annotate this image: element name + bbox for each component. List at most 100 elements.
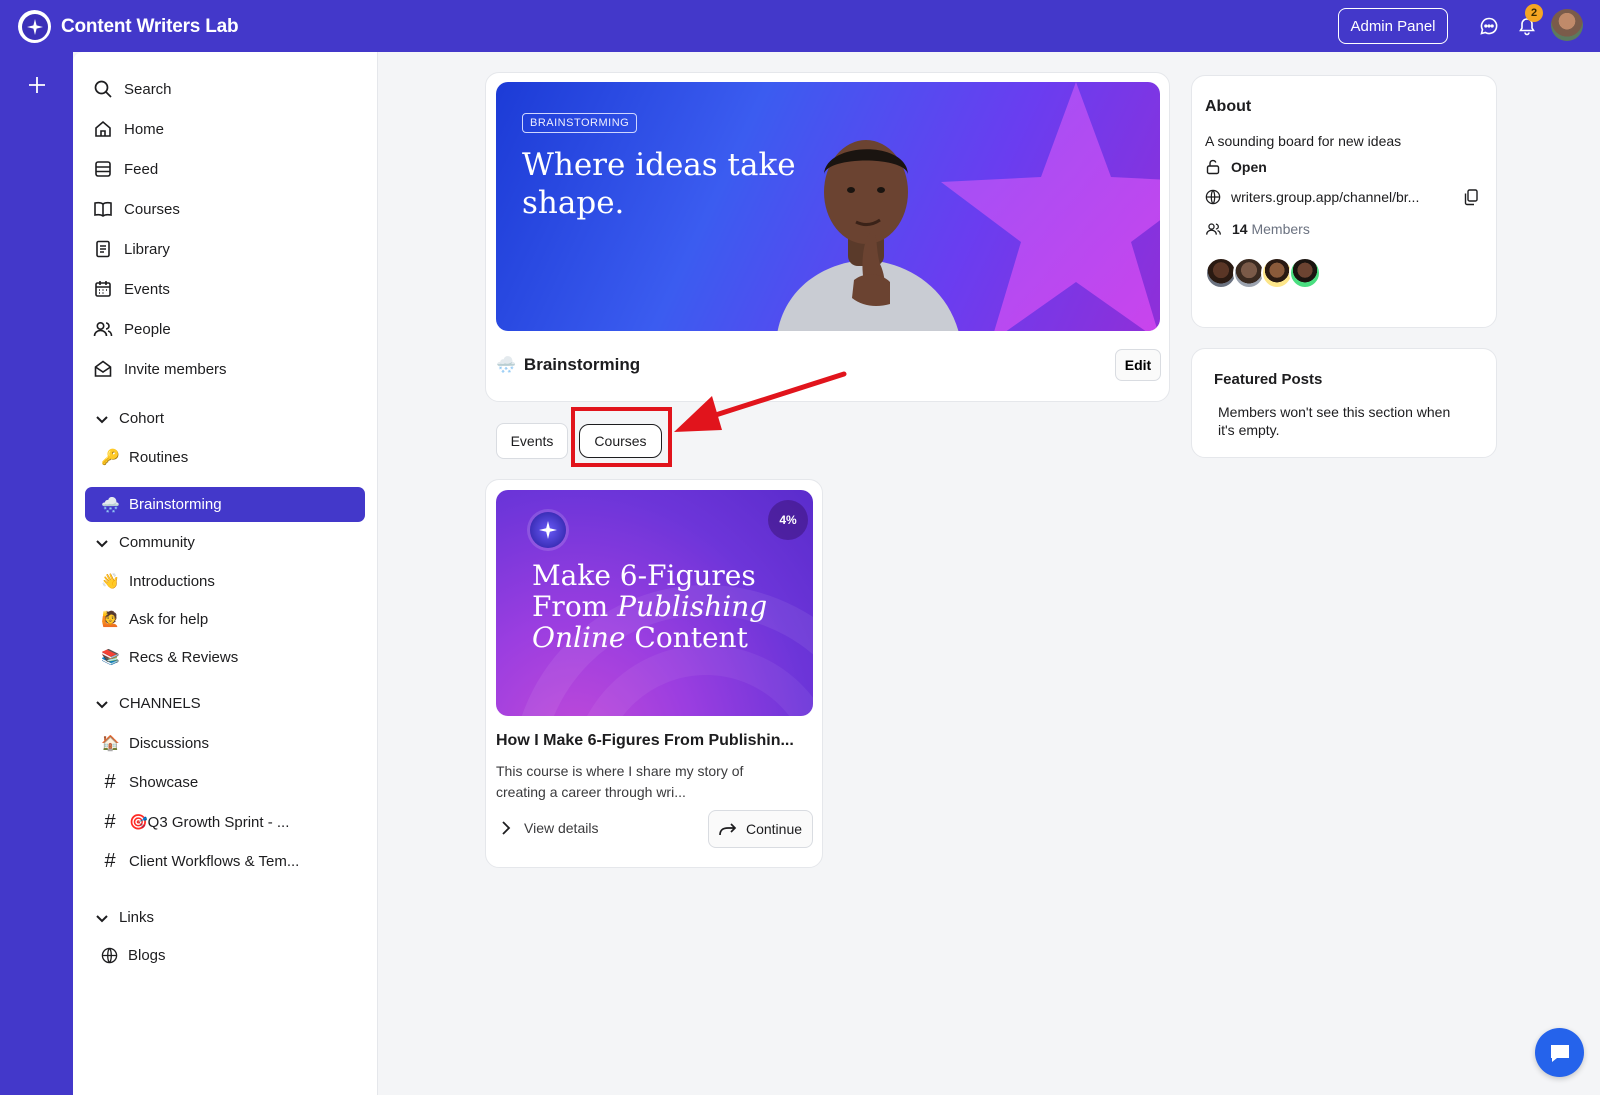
sidebar-item-showcase[interactable]: # Showcase: [101, 770, 198, 794]
books-icon: 📚: [101, 649, 120, 666]
mail-icon: [94, 360, 112, 377]
support-chat-button[interactable]: [1535, 1028, 1584, 1077]
sidebar-item-courses[interactable]: Courses: [93, 196, 180, 222]
chevron-down-icon: [96, 700, 108, 708]
featured-title: Featured Posts: [1214, 371, 1323, 388]
section-cohort-toggle[interactable]: Cohort: [95, 410, 164, 427]
raised-hand-icon: 🙋: [101, 611, 120, 628]
sidebar: Search Home Feed Courses Library Events …: [73, 52, 378, 1095]
section-community-toggle[interactable]: Community: [95, 534, 195, 551]
url-row: writers.group.app/channel/br...: [1205, 189, 1419, 205]
wave-icon: 👋: [101, 573, 120, 590]
hash-icon: #: [104, 810, 116, 833]
section-title: Cohort: [119, 410, 165, 427]
section-links-toggle[interactable]: Links: [95, 909, 154, 926]
house-icon: 🏠: [101, 735, 120, 752]
workspace-rail: [0, 52, 73, 1095]
lock-open-icon: [1206, 159, 1220, 175]
sidebar-item-label: Client Workflows & Tem...: [129, 852, 300, 870]
sidebar-item-label: Home: [124, 120, 165, 138]
member-label: Members: [1251, 221, 1310, 237]
course-logo-icon: [530, 512, 566, 548]
sidebar-item-label: Discussions: [129, 734, 210, 752]
course-cover-image[interactable]: 4% Make 6-Figures From Publishing Online…: [496, 490, 813, 716]
add-workspace-icon[interactable]: [24, 72, 50, 98]
edit-channel-button[interactable]: Edit: [1115, 349, 1161, 381]
course-title[interactable]: How I Make 6-Figures From Publishin...: [496, 732, 794, 750]
sidebar-item-library[interactable]: Library: [93, 236, 170, 262]
sidebar-item-ask-for-help[interactable]: 🙋 Ask for help: [101, 607, 208, 631]
channel-url[interactable]: writers.group.app/channel/br...: [1231, 189, 1419, 205]
key-icon: 🔑: [101, 449, 120, 466]
forward-arrow-icon: [719, 823, 737, 836]
sidebar-item-introductions[interactable]: 👋 Introductions: [101, 569, 215, 593]
notification-badge: 2: [1525, 4, 1543, 22]
chevron-down-icon: [96, 914, 108, 922]
sidebar-item-invite-members[interactable]: Invite members: [93, 356, 227, 382]
book-icon: [94, 201, 112, 217]
sidebar-item-people[interactable]: People: [93, 316, 171, 342]
hash-icon: #: [104, 770, 116, 793]
cloud-snow-icon: 🌨️: [101, 496, 120, 514]
sidebar-item-routines[interactable]: 🔑 Routines: [101, 445, 188, 469]
tab-events[interactable]: Events: [496, 423, 568, 459]
annotation-highlight-box: [571, 407, 672, 467]
featured-empty-text: Members won't see this section when it's…: [1218, 404, 1451, 438]
admin-panel-button[interactable]: Admin Panel: [1338, 8, 1448, 44]
sidebar-item-recs-reviews[interactable]: 📚 Recs & Reviews: [101, 645, 238, 669]
chat-bubble-icon: [1550, 1044, 1569, 1062]
course-card[interactable]: 4% Make 6-Figures From Publishing Online…: [485, 479, 823, 868]
people-icon: [93, 321, 113, 337]
continue-label: Continue: [745, 821, 803, 837]
chat-icon[interactable]: [1476, 13, 1502, 39]
member-avatars[interactable]: [1205, 257, 1321, 289]
search-icon: [94, 80, 112, 98]
sidebar-item-label: Routines: [129, 448, 189, 466]
sidebar-item-client-workflows[interactable]: # Client Workflows & Tem...: [101, 849, 299, 873]
privacy-label: Open: [1231, 159, 1267, 175]
sidebar-item-label: People: [124, 320, 171, 338]
sidebar-item-label: 🎯Q3 Growth Sprint - ...: [129, 814, 290, 831]
continue-button[interactable]: Continue: [708, 810, 813, 848]
sidebar-item-label: Introductions: [129, 572, 215, 590]
sidebar-item-label: Blogs: [128, 946, 166, 964]
calendar-icon: [95, 281, 111, 297]
channel-name: Brainstorming: [523, 355, 641, 374]
course-description: This course is where I share my story of…: [496, 763, 744, 800]
member-count: 14: [1232, 221, 1248, 237]
channel-tag: BRAINSTORMING: [522, 113, 638, 133]
section-title: CHANNELS: [119, 695, 201, 712]
sidebar-item-q3-growth-sprint[interactable]: # 🎯Q3 Growth Sprint - ...: [101, 810, 289, 834]
app-title: Content Writers Lab: [61, 15, 239, 37]
members-row[interactable]: 14 Members: [1205, 221, 1310, 237]
brand[interactable]: Content Writers Lab: [18, 10, 239, 43]
hash-icon: #: [104, 849, 116, 872]
annotation-arrow-icon: [674, 371, 847, 432]
sidebar-item-label: Events: [124, 280, 170, 298]
avatar: [1289, 257, 1321, 289]
featured-posts-card: Featured Posts Members won't see this se…: [1191, 348, 1497, 458]
sidebar-item-brainstorming[interactable]: 🌨️ Brainstorming: [85, 487, 365, 522]
user-avatar[interactable]: [1551, 9, 1583, 41]
channel-title-row: 🌨️ Brainstorming: [496, 349, 640, 381]
sidebar-item-blogs[interactable]: Blogs: [101, 943, 166, 967]
sidebar-item-label: Ask for help: [129, 610, 209, 628]
channel-header-card: BRAINSTORMING Where ideas take shape. 🌨️…: [485, 72, 1170, 402]
privacy-row: Open: [1205, 159, 1267, 175]
sidebar-item-label: Invite members: [124, 360, 227, 378]
copy-icon[interactable]: [1462, 188, 1480, 211]
view-details-button[interactable]: View details: [500, 811, 598, 845]
sidebar-item-discussions[interactable]: 🏠 Discussions: [101, 731, 209, 755]
chevron-down-icon: [96, 415, 108, 423]
people-icon: [1206, 223, 1221, 235]
top-bar: Content Writers Lab Admin Panel 2: [0, 0, 1600, 52]
sidebar-item-label: Showcase: [129, 773, 199, 791]
about-description: A sounding board for new ideas: [1205, 133, 1402, 149]
sidebar-item-feed[interactable]: Feed: [93, 156, 158, 182]
section-channels-toggle[interactable]: CHANNELS: [95, 695, 201, 712]
library-icon: [96, 240, 110, 258]
sidebar-item-home[interactable]: Home: [93, 116, 164, 142]
sidebar-item-events[interactable]: Events: [93, 276, 170, 302]
sidebar-item-label: Search: [124, 80, 172, 98]
sidebar-item-search[interactable]: Search: [93, 76, 172, 102]
